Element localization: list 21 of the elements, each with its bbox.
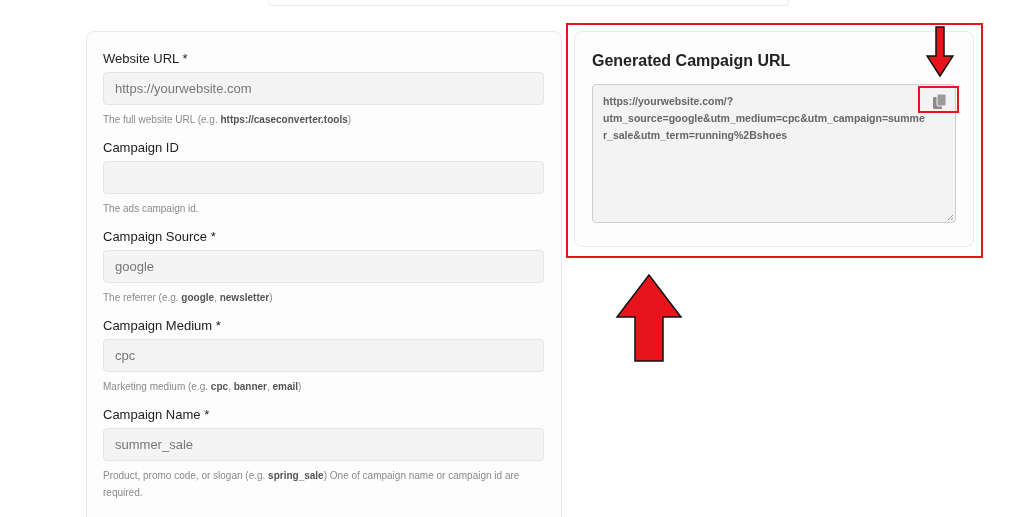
- field-hint: Product, promo code, or slogan (e.g. spring_sale) One of campaign name or campaign id are required.: [103, 469, 521, 500]
- down-arrow-annotation: [926, 26, 954, 78]
- input-field[interactable]: summer_sale: [103, 428, 544, 461]
- field-label: Website URL *: [103, 51, 189, 67]
- field-hint: The referrer (e.g. google, newsletter): [103, 291, 274, 305]
- field-label: Campaign ID: [103, 140, 180, 156]
- field-hint: The full website URL (e.g. https://caseconverter.tools): [103, 113, 353, 127]
- generated-url: https://yourwebsite.com/?utm_source=google&utm_medium=cpc&utm_campaign=summer_sale&utm_term=running%2Bshoes: [603, 94, 926, 143]
- input-field[interactable]: google: [103, 250, 544, 283]
- url-textarea[interactable]: https://yourwebsite.com/?utm_source=google&utm_medium=cpc&utm_campaign=summer_sale&utm_term=running%2Bshoes: [592, 84, 956, 223]
- resize-handle-icon[interactable]: [947, 214, 954, 221]
- field-hint: The ads campaign id.: [103, 202, 200, 216]
- input-field[interactable]: https://yourwebsite.com: [103, 72, 544, 105]
- result-title: Generated Campaign URL: [592, 51, 792, 71]
- field-label: Campaign Source *: [103, 229, 217, 245]
- field-label: Campaign Medium *: [103, 318, 222, 334]
- field-label: Campaign Name *: [103, 407, 211, 423]
- input-field[interactable]: [103, 161, 544, 194]
- input-field[interactable]: cpc: [103, 339, 544, 372]
- copy-icon[interactable]: [933, 94, 947, 110]
- field-hint: Marketing medium (e.g. cpc, banner, email): [103, 380, 303, 394]
